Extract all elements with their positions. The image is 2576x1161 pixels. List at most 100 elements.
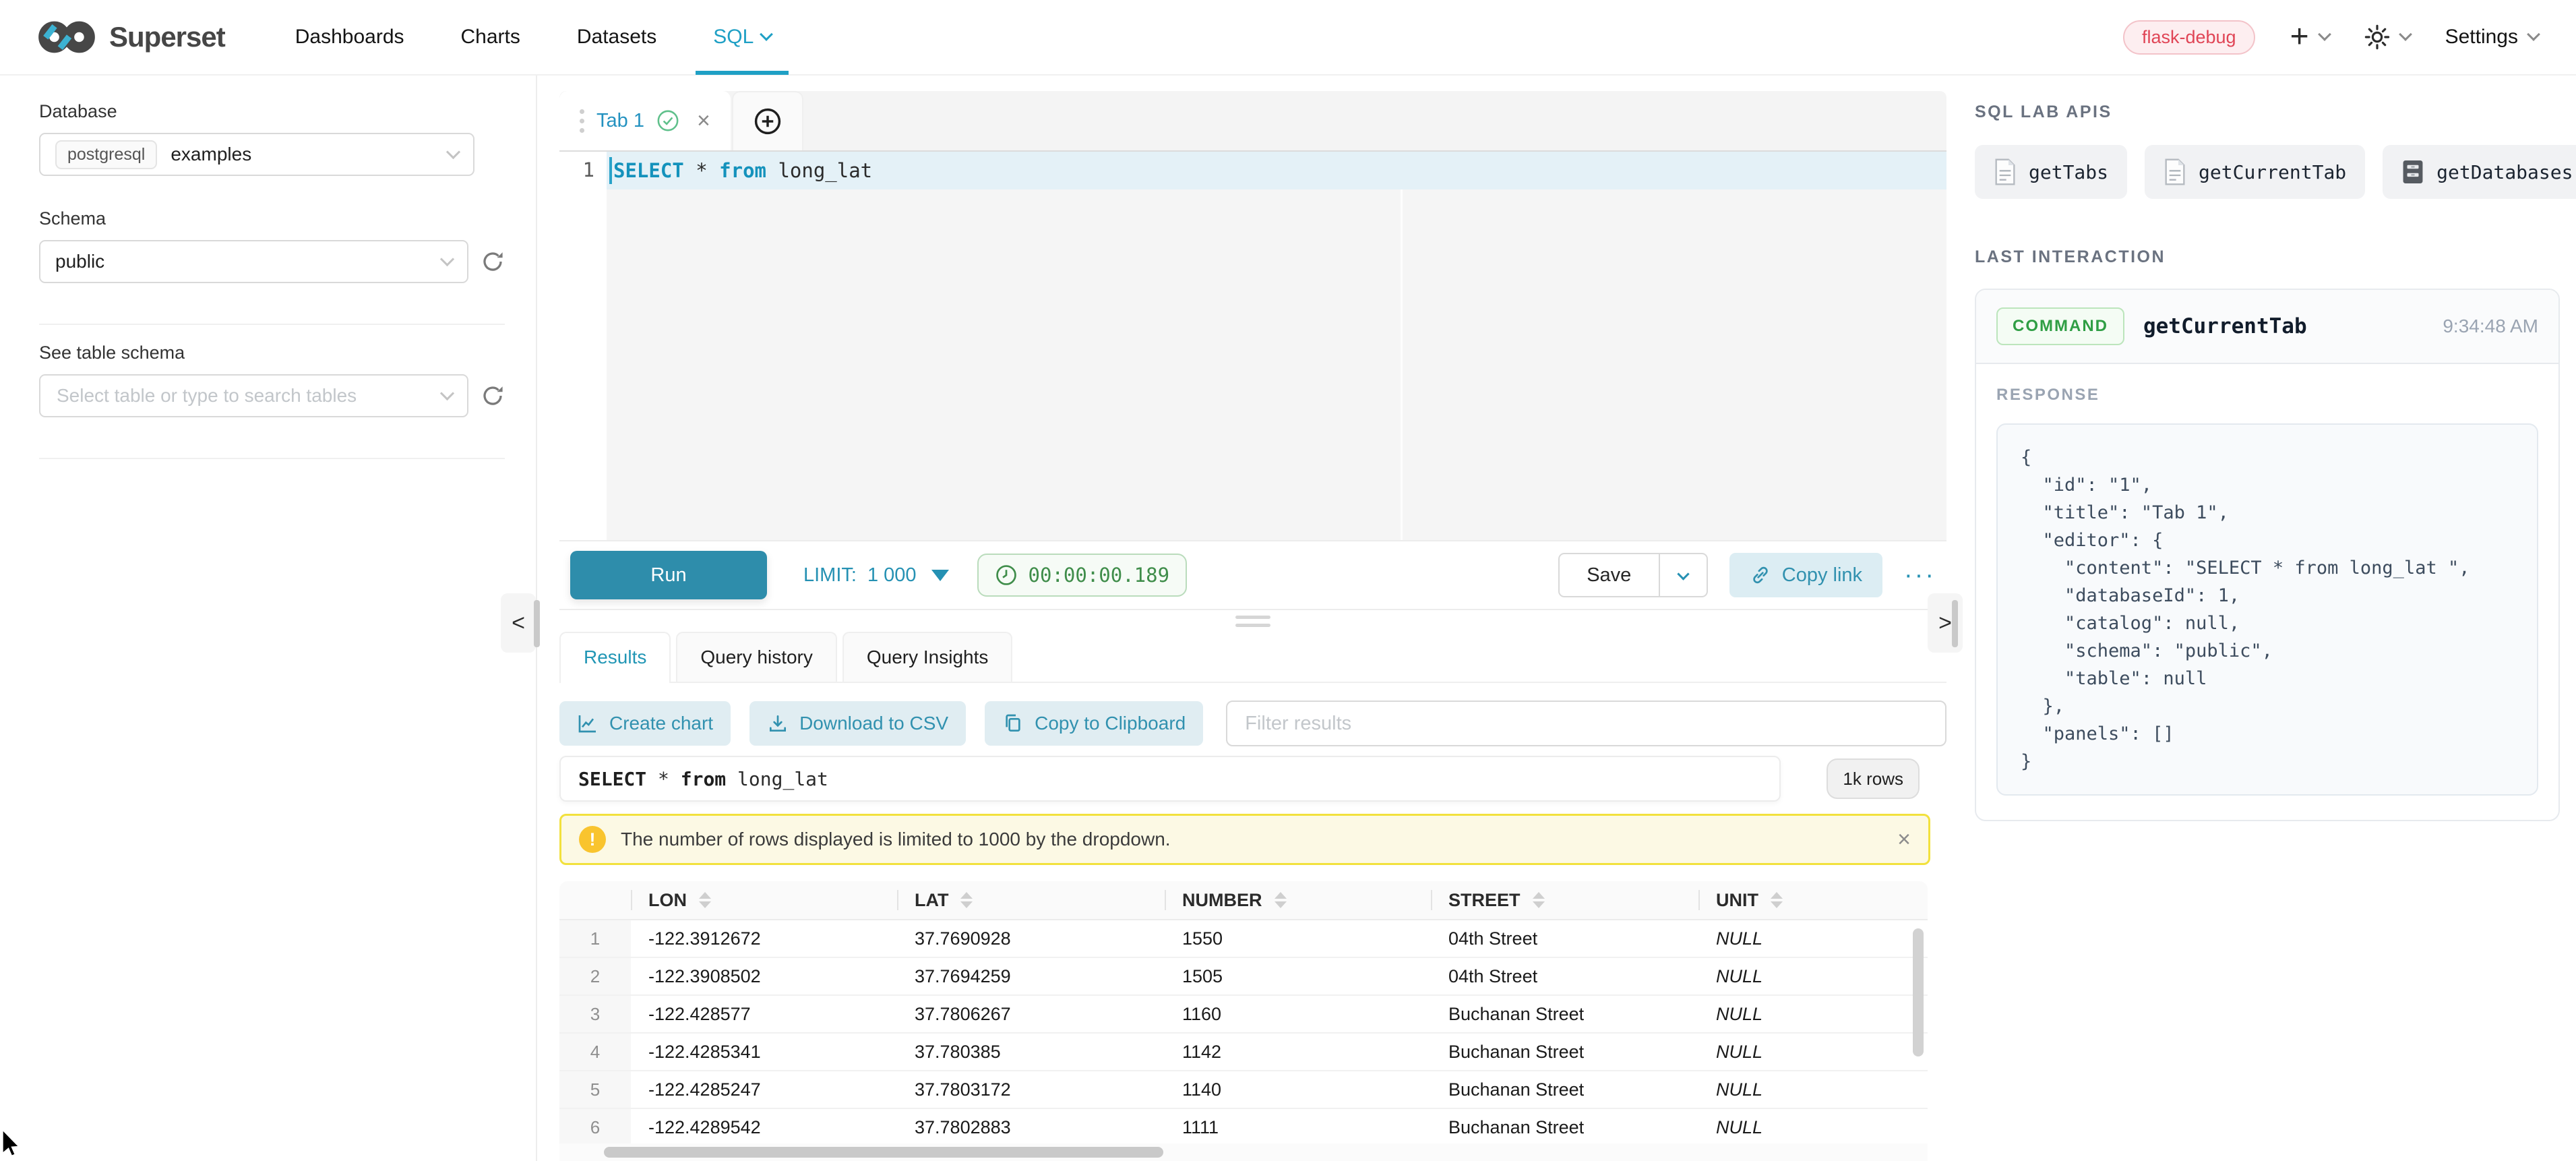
save-options-button[interactable]: [1659, 553, 1708, 597]
nav-charts[interactable]: Charts: [461, 0, 520, 75]
new-item-menu[interactable]: +: [2290, 21, 2329, 53]
column-header[interactable]: UNIT: [1698, 881, 1893, 919]
refresh-icon[interactable]: [481, 384, 505, 408]
settings-menu[interactable]: Settings: [2445, 26, 2538, 49]
tab-results[interactable]: Results: [559, 632, 671, 682]
limit-dropdown[interactable]: LIMIT: 1 000: [803, 564, 949, 587]
sort-icon[interactable]: [699, 892, 711, 908]
sql-code-line: SELECT * from long_lat: [607, 152, 1946, 189]
column-header[interactable]: LAT: [897, 881, 1165, 919]
response-json-line: "databaseId": 1,: [2021, 582, 2514, 609]
collapse-sidebar-button[interactable]: <: [501, 593, 536, 653]
main-navigation: Dashboards Charts Datasets SQL: [295, 0, 772, 75]
table-cell-street: Buchanan Street: [1431, 1034, 1698, 1070]
column-header-label: LON: [648, 890, 687, 911]
table-row[interactable]: 2 -122.3908502 37.7694259 1505 04th Stre…: [559, 958, 1928, 996]
editor-tab-1[interactable]: Tab 1 ×: [559, 91, 731, 150]
close-icon[interactable]: ×: [1897, 827, 1911, 853]
sort-icon[interactable]: [960, 892, 973, 908]
add-tab-button[interactable]: [732, 91, 803, 150]
copy-icon: [1002, 713, 1024, 734]
plus-icon: +: [2290, 21, 2309, 53]
results-tabbar: Results Query history Query Insights: [559, 632, 1946, 683]
table-cell-unit: NULL: [1698, 958, 1893, 994]
table-cell-unit: NULL: [1698, 920, 1893, 957]
api-gettabs-button[interactable]: getTabs: [1975, 145, 2127, 199]
chevron-down-icon: [446, 144, 460, 158]
page-icon: [2164, 158, 2186, 185]
query-timer-badge: 00:00:00.189: [977, 554, 1188, 597]
copy-link-button[interactable]: Copy link: [1729, 553, 1882, 597]
sql-code-editor[interactable]: 1 SELECT * from long_lat: [559, 150, 1946, 540]
superset-sql-lab-window: Superset Dashboards Charts Datasets SQL …: [0, 0, 2576, 1161]
column-header-label: LAT: [915, 890, 948, 911]
column-header[interactable]: NUMBER: [1165, 881, 1431, 919]
row-number-cell: 6: [559, 1109, 631, 1145]
table-cell-street: Buchanan Street: [1431, 1109, 1698, 1145]
run-query-button[interactable]: Run: [570, 551, 767, 599]
nav-dashboards[interactable]: Dashboards: [295, 0, 404, 75]
drag-handle-icon[interactable]: [580, 109, 584, 114]
response-json-line: "catalog": null,: [2021, 609, 2514, 637]
response-json-line: "id": "1",: [2021, 471, 2514, 499]
sort-icon[interactable]: [1533, 892, 1545, 908]
row-limit-warning: ! The number of rows displayed is limite…: [559, 814, 1930, 865]
column-header[interactable]: LON: [631, 881, 897, 919]
sort-icon[interactable]: [1275, 892, 1287, 908]
download-csv-button[interactable]: Download to CSV: [749, 701, 966, 746]
schema-select[interactable]: public: [39, 240, 468, 283]
results-table: LON LAT NUMBER: [559, 881, 1928, 1161]
table-cell-unit: NULL: [1698, 1034, 1893, 1070]
tab-query-history[interactable]: Query history: [676, 632, 837, 682]
chevron-down-icon: [2318, 28, 2331, 41]
table-row[interactable]: 6 -122.4289542 37.7802883 1111 Buchanan …: [559, 1109, 1928, 1147]
filter-results-input[interactable]: [1226, 701, 1946, 746]
horizontal-scrollbar-thumb[interactable]: [604, 1147, 1163, 1158]
table-row[interactable]: 3 -122.428577 37.7806267 1160 Buchanan S…: [559, 996, 1928, 1034]
panel-resize-handle[interactable]: [1952, 600, 1958, 647]
link-icon: [1750, 564, 1771, 586]
save-button[interactable]: Save: [1558, 553, 1659, 597]
vertical-scrollbar[interactable]: [1913, 928, 1924, 1056]
table-row[interactable]: 5 -122.4285247 37.7803172 1140 Buchanan …: [559, 1071, 1928, 1109]
column-header[interactable]: STREET: [1431, 881, 1698, 919]
table-cell-number: 1111: [1165, 1109, 1431, 1145]
sort-icon[interactable]: [1771, 892, 1783, 908]
table-cell-lon: -122.3908502: [631, 958, 897, 994]
database-select[interactable]: postgresql examples: [39, 133, 474, 176]
create-chart-button[interactable]: Create chart: [559, 701, 731, 746]
column-header-label: STREET: [1448, 890, 1521, 911]
table-select[interactable]: [39, 374, 468, 417]
last-interaction-card: COMMAND getCurrentTab 9:34:48 AM RESPONS…: [1975, 289, 2560, 821]
more-options-icon[interactable]: ···: [1904, 561, 1936, 590]
editor-gutter: 1: [559, 152, 607, 540]
executed-query-preview[interactable]: SELECT * from long_lat: [559, 756, 1781, 802]
refresh-icon[interactable]: [481, 249, 505, 274]
response-json-line: }: [2021, 748, 2514, 775]
last-interaction-title: LAST INTERACTION: [1975, 247, 2576, 267]
table-select-input[interactable]: [55, 384, 392, 407]
api-getdatabases-button[interactable]: getDatabases: [2383, 145, 2576, 199]
table-row[interactable]: 4 -122.4285341 37.780385 1142 Buchanan S…: [559, 1034, 1928, 1071]
table-cell-lon: -122.428577: [631, 996, 897, 1032]
top-navbar: Superset Dashboards Charts Datasets SQL …: [0, 0, 2576, 76]
page-icon: [1994, 158, 2017, 185]
api-getcurrenttab-button[interactable]: getCurrentTab: [2145, 145, 2365, 199]
table-cell-lon: -122.3912672: [631, 920, 897, 957]
pane-splitter-handle[interactable]: [559, 610, 1946, 632]
environment-badge: flask-debug: [2123, 20, 2255, 55]
api-panel-title: SQL LAB APIS: [1975, 102, 2576, 122]
warning-text: The number of rows displayed is limited …: [621, 829, 1171, 850]
table-row[interactable]: 1 -122.3912672 37.7690928 1550 04th Stre…: [559, 920, 1928, 958]
table-cell-lat: 37.7694259: [897, 958, 1165, 994]
nav-datasets[interactable]: Datasets: [577, 0, 656, 75]
sql-editor-area: Tab 1 × 1: [537, 76, 1955, 1161]
nav-sql[interactable]: SQL: [713, 0, 771, 75]
tab-query-insights[interactable]: Query Insights: [842, 632, 1013, 682]
close-tab-icon[interactable]: ×: [697, 108, 710, 134]
copy-clipboard-button[interactable]: Copy to Clipboard: [985, 701, 1203, 746]
theme-menu[interactable]: [2364, 24, 2410, 50]
editor-code-area[interactable]: SELECT * from long_lat: [607, 152, 1946, 540]
superset-brand[interactable]: Superset: [38, 19, 225, 55]
horizontal-scrollbar-track[interactable]: [559, 1143, 1928, 1161]
